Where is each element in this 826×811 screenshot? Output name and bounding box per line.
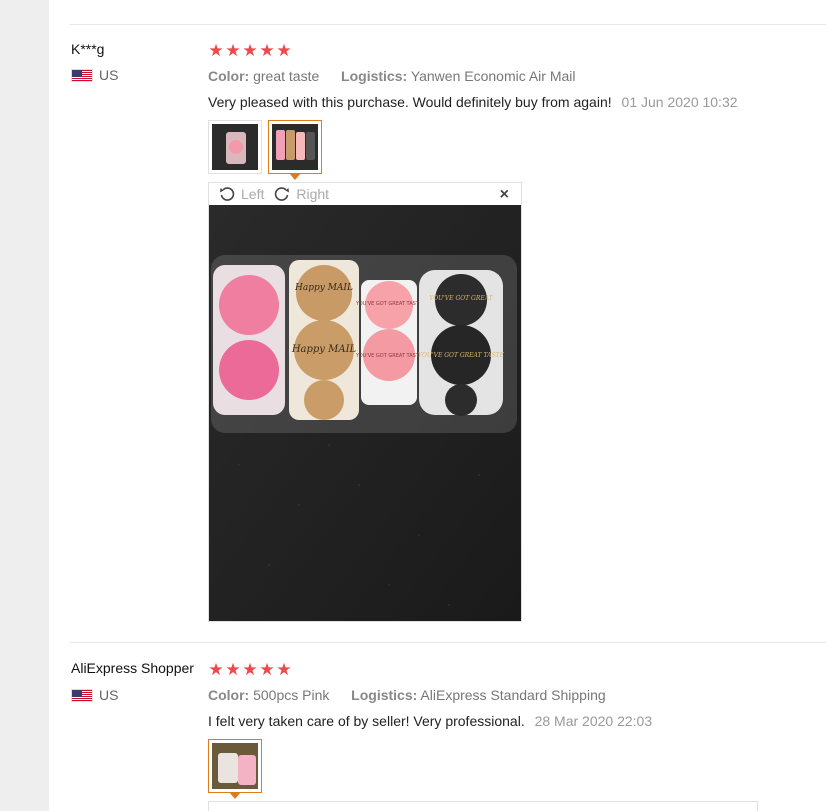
photo-viewer-partial xyxy=(208,801,758,811)
country-code: US xyxy=(99,67,119,83)
close-viewer-button[interactable]: × xyxy=(500,186,509,204)
reviewer-country: US xyxy=(71,67,118,83)
country-code: US xyxy=(99,687,119,703)
reviewer-name: AliExpress Shopper xyxy=(71,660,194,676)
rotate-right-button[interactable]: Right xyxy=(274,186,329,202)
roll2-top-label: Happy MAIL xyxy=(294,283,353,293)
star-icon: ★ xyxy=(208,660,224,679)
star-icon: ★ xyxy=(225,41,241,60)
logistics-label: Logistics: xyxy=(351,687,418,703)
review-photo: Happy MAIL Happy MAIL YOU'VE GOT GREAT T… xyxy=(209,205,521,621)
star-icon: ★ xyxy=(259,41,275,60)
review-date: 01 Jun 2020 10:32 xyxy=(621,94,738,110)
sticker-rolls-photo: Happy MAIL Happy MAIL YOU'VE GOT GREAT T… xyxy=(209,205,521,621)
star-icon: ★ xyxy=(259,660,275,679)
rotate-left-button[interactable]: Left xyxy=(219,186,264,202)
star-rating: ★ ★ ★ ★ ★ xyxy=(208,42,738,59)
review-date: 28 Mar 2020 22:03 xyxy=(534,713,653,729)
roll3-mid-label: YOU'VE GOT GREAT TASTE xyxy=(355,353,422,359)
us-flag-icon xyxy=(71,68,93,82)
photo-viewer-toolbar: Left Right × xyxy=(209,183,521,205)
star-icon: ★ xyxy=(208,41,224,60)
photo-thumbnails xyxy=(208,739,758,799)
left-sidebar-strip xyxy=(0,0,49,811)
star-icon: ★ xyxy=(276,41,292,60)
star-rating: ★ ★ ★ ★ ★ xyxy=(208,661,758,678)
logistics-label: Logistics: xyxy=(341,68,408,84)
review-divider xyxy=(70,642,826,643)
roll2-mid-label: Happy MAIL xyxy=(291,344,357,355)
reviewer-name: K***g xyxy=(71,41,105,57)
color-value: 500pcs Pink xyxy=(253,687,330,703)
roll4-top-label: YOU'VE GOT GREAT xyxy=(429,295,494,302)
review-content: ★ ★ ★ ★ ★ Color: 500pcs Pink Logistics: … xyxy=(208,661,758,811)
logistics-value: Yanwen Economic Air Mail xyxy=(410,68,576,84)
star-icon: ★ xyxy=(225,660,241,679)
rotate-left-icon xyxy=(220,187,235,201)
review-text-row: Very pleased with this purchase. Would d… xyxy=(208,94,738,110)
star-icon: ★ xyxy=(242,41,258,60)
color-value: great taste xyxy=(253,68,320,84)
us-flag-icon xyxy=(71,688,93,702)
review-text-row: I felt very taken care of by seller! Ver… xyxy=(208,713,758,729)
reviewer-country: US xyxy=(71,687,118,703)
order-info: Color: great taste Logistics: Yanwen Eco… xyxy=(208,68,738,84)
roll3-top-label: YOU'VE GOT GREAT TASTE xyxy=(355,301,422,307)
photo-thumbnails xyxy=(208,120,738,180)
color-label: Color: xyxy=(208,68,250,84)
rotate-left-label: Left xyxy=(241,186,265,202)
photo-thumbnail-selected[interactable] xyxy=(268,120,322,180)
review-divider xyxy=(70,24,826,25)
star-icon: ★ xyxy=(242,660,258,679)
photo-viewer: Left Right × Happy MAIL Happy MAIL YOU'V… xyxy=(208,182,522,622)
review-content: ★ ★ ★ ★ ★ Color: great taste Logistics: … xyxy=(208,42,738,622)
star-icon: ★ xyxy=(276,660,292,679)
rotate-right-label: Right xyxy=(296,186,330,202)
rotate-right-icon xyxy=(275,187,290,201)
photo-thumbnail-selected[interactable] xyxy=(208,739,262,799)
review-text: I felt very taken care of by seller! Ver… xyxy=(208,713,525,729)
review-text: Very pleased with this purchase. Would d… xyxy=(208,94,612,110)
color-label: Color: xyxy=(208,687,250,703)
logistics-value: AliExpress Standard Shipping xyxy=(420,687,606,703)
photo-thumbnail[interactable] xyxy=(208,120,262,174)
roll4-mid-label: YOU'VE GOT GREAT TASTE xyxy=(418,352,505,359)
order-info: Color: 500pcs Pink Logistics: AliExpress… xyxy=(208,687,758,703)
